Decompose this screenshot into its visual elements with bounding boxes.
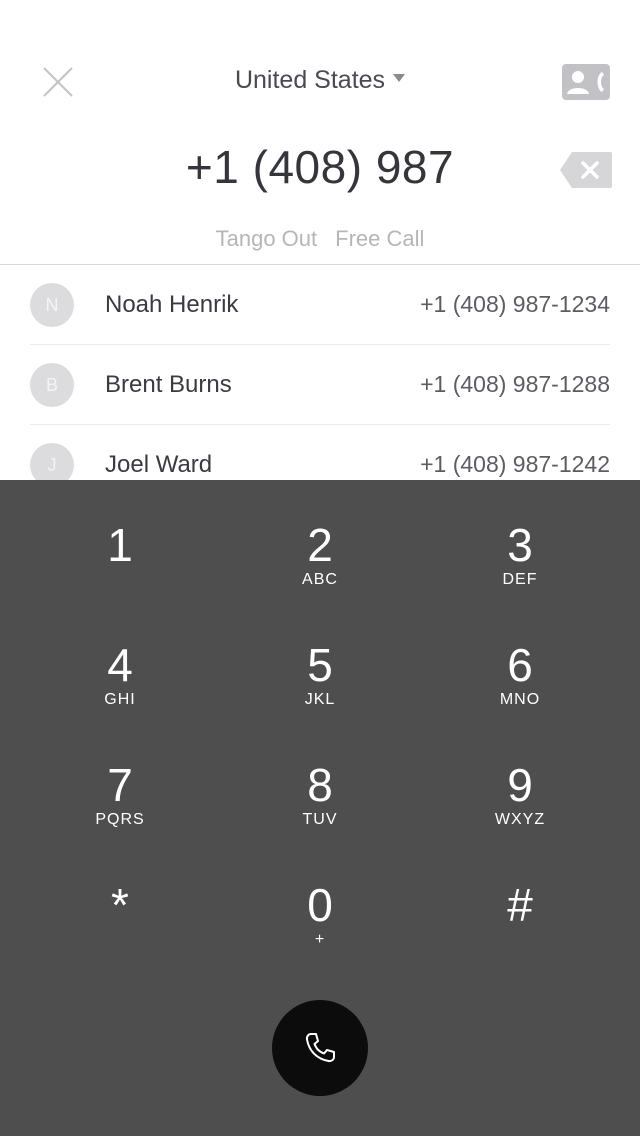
dialed-number: +1 (408) 987: [185, 141, 455, 193]
contact-row[interactable]: N Noah Henrik +1 (408) 987-1234: [0, 265, 640, 345]
avatar: N: [30, 283, 74, 327]
tango-out-option[interactable]: Tango Out: [216, 226, 318, 251]
avatar: J: [30, 443, 74, 480]
contact-phone: +1 (408) 987-1288: [420, 371, 610, 397]
key-8[interactable]: 8 TUV: [220, 720, 420, 832]
dialer-header: United States +1 (408) 987 Tango Out Free…: [0, 0, 640, 264]
key-2[interactable]: 2 ABC: [220, 480, 420, 592]
key-star[interactable]: *: [20, 840, 220, 952]
key-digit: *: [111, 879, 129, 931]
key-1[interactable]: 1: [20, 480, 220, 592]
contact-row[interactable]: J Joel Ward +1 (408) 987-1242: [0, 425, 640, 480]
key-digit: #: [507, 879, 533, 931]
avatar: B: [30, 363, 74, 407]
key-digit: 3: [507, 519, 533, 571]
country-label: United States: [234, 66, 386, 94]
backspace-icon: [560, 152, 612, 188]
free-call-option[interactable]: Free Call: [335, 226, 424, 251]
contact-name: Noah Henrik: [105, 291, 239, 318]
key-letters: DEF: [502, 571, 538, 588]
dialer-screen: United States +1 (408) 987 Tango Out Free…: [0, 0, 640, 1136]
key-digit: 8: [307, 759, 333, 811]
contact-row[interactable]: B Brent Burns +1 (408) 987-1288: [0, 345, 640, 425]
key-5[interactable]: 5 JKL: [220, 600, 420, 712]
key-digit: 5: [307, 639, 333, 691]
key-letters: ABC: [302, 571, 338, 588]
key-letters: +: [314, 931, 326, 948]
dial-keypad: 1 2 ABC 3 DEF 4 GHI 5 JKL 6 MNO 7 PQRS 8: [0, 480, 640, 1136]
contact-name: Brent Burns: [105, 371, 232, 398]
key-9[interactable]: 9 WXYZ: [420, 720, 620, 832]
contact-suggestions: N Noah Henrik +1 (408) 987-1234 B Brent …: [0, 265, 640, 480]
country-selector[interactable]: United States: [0, 66, 640, 95]
key-digit: 6: [507, 639, 533, 691]
key-digit: 7: [107, 759, 133, 811]
key-letters: TUV: [302, 811, 338, 828]
key-digit: 0: [307, 879, 333, 931]
key-hash[interactable]: #: [420, 840, 620, 952]
key-letters: GHI: [104, 691, 136, 708]
key-digit: 4: [107, 639, 133, 691]
key-digit: 9: [507, 759, 533, 811]
key-letters: PQRS: [95, 811, 145, 828]
phone-icon: [305, 1033, 335, 1063]
contact-phone: +1 (408) 987-1234: [420, 291, 610, 317]
chevron-down-icon: [393, 74, 406, 83]
key-0[interactable]: 0 +: [220, 840, 420, 952]
contact-name: Joel Ward: [105, 451, 213, 478]
key-digit: 2: [307, 519, 333, 571]
key-letters: WXYZ: [494, 811, 546, 828]
backspace-button[interactable]: [560, 152, 612, 188]
contact-call-icon: [562, 64, 610, 100]
call-button[interactable]: [272, 1000, 368, 1096]
key-digit: 1: [107, 519, 133, 571]
key-7[interactable]: 7 PQRS: [20, 720, 220, 832]
contact-phone: +1 (408) 987-1242: [420, 451, 610, 477]
call-options: Tango Out Free Call: [0, 226, 640, 252]
key-6[interactable]: 6 MNO: [420, 600, 620, 712]
key-4[interactable]: 4 GHI: [20, 600, 220, 712]
key-3[interactable]: 3 DEF: [420, 480, 620, 592]
key-letters: JKL: [304, 691, 336, 708]
key-letters: MNO: [499, 691, 541, 708]
contacts-button[interactable]: [562, 64, 610, 100]
